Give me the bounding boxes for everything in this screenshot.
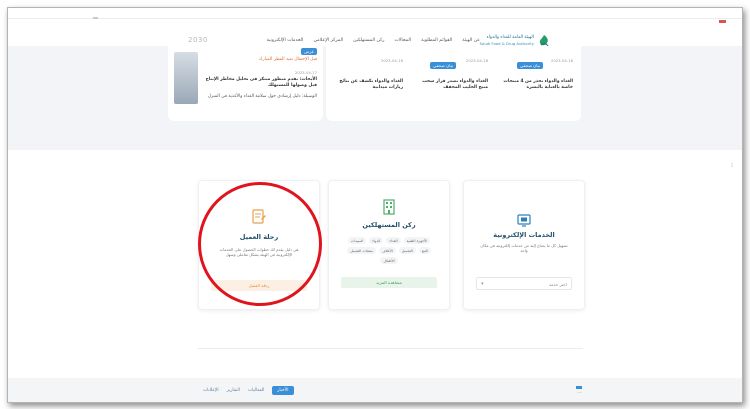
- news-col2-date: 2023-04-16: [465, 58, 488, 63]
- news-col1-date: 2023-04-16: [550, 58, 573, 63]
- customer-journey-card[interactable]: رحلة العميل هي دليل يقدم لك خطوات الحصول…: [198, 180, 320, 310]
- chip[interactable]: الأطفال: [380, 257, 398, 264]
- chip[interactable]: التجميل: [398, 247, 416, 254]
- news-tag: عرض: [301, 48, 317, 55]
- tab-reports[interactable]: التقارير: [227, 388, 240, 393]
- news-col1-tag: بيان صحفي: [517, 62, 543, 69]
- screenshot-frame: 2030 عن الهيئة القوائم المطلوبة المجالات…: [7, 7, 743, 403]
- customer-journey-desc: هي دليل يقدم لك خطوات الحصول على الخدمات…: [219, 247, 299, 258]
- top-divider: [8, 18, 742, 19]
- corner-mark: [719, 20, 726, 23]
- consumer-corner-card[interactable]: ركن المستهلكين الأجهزة الطبية الغذاء الد…: [328, 180, 450, 310]
- consumer-chips: الأجهزة الطبية الغذاء الدواء المبيدات ال…: [341, 237, 437, 264]
- chip[interactable]: المبيدات: [347, 237, 367, 244]
- nav-lists[interactable]: القوائم المطلوبة: [421, 38, 452, 43]
- news-card-right: 2023-04-16 بيان صحفي الغذاء والدواء تحذر…: [326, 46, 581, 121]
- chip[interactable]: الأعلاف: [378, 247, 396, 254]
- side-indicator: ⁝: [731, 162, 733, 169]
- document-edit-icon: [252, 209, 266, 224]
- tab-news[interactable]: الأخبار: [272, 386, 294, 395]
- bottom-more[interactable]: ...: [577, 389, 582, 395]
- nav-fields[interactable]: المجالات: [394, 38, 411, 43]
- chip[interactable]: الدواء: [369, 237, 384, 244]
- news-section: عرض قبل الإحتفال بعيد الفطر المبارك 2023…: [8, 46, 742, 150]
- tab-events[interactable]: الفعاليات: [248, 388, 264, 393]
- tab-announcements[interactable]: الإعلانات: [203, 388, 219, 393]
- chip[interactable]: الأجهزة الطبية: [403, 237, 431, 244]
- monitor-icon: [517, 214, 531, 227]
- news-col1-text[interactable]: الغذاء والدواء تحذر من 4 منتجات خاصة بال…: [501, 79, 573, 91]
- eservices-desc: تسهيل كل ما يحتاج إليه من خدمات إلكتروني…: [480, 243, 568, 254]
- nav-consumers[interactable]: ركن المستهلكين: [353, 38, 384, 43]
- news-col2-tag: بيان صحفي: [430, 62, 456, 69]
- consumer-more-button[interactable]: مشاهدة المزيد: [341, 277, 437, 288]
- news-date: 2023-04-17: [294, 70, 317, 75]
- vision-logo: 2030: [188, 36, 208, 44]
- chip[interactable]: منتجات التجميل: [347, 247, 376, 254]
- section-divider: [198, 348, 583, 349]
- news-headline[interactable]: قبل الإحتفال بعيد الفطر المبارك: [202, 57, 317, 63]
- chip[interactable]: التبغ: [418, 247, 431, 254]
- consumer-corner-title: ركن المستهلكين: [362, 221, 416, 229]
- chevron-down-icon: ▾: [481, 281, 484, 287]
- tab-events-label: الفعاليات: [247, 388, 265, 393]
- eservices-select-value: اختر خدمة: [549, 282, 567, 287]
- news-col2-text[interactable]: الغذاء والدواء تصدر قرار سحب منتج الحليب…: [416, 79, 488, 91]
- eservices-select[interactable]: اختر خدمة ▾: [476, 277, 572, 290]
- top-dot: [93, 17, 98, 19]
- tab-announcements-label: الإعلانات: [203, 388, 219, 393]
- news-col3-date: 2023-04-16: [380, 58, 403, 63]
- building-icon: [383, 199, 395, 215]
- bottom-band: [8, 378, 742, 402]
- customer-journey-title: رحلة العميل: [239, 233, 279, 241]
- news-item-2[interactable]: الوسيلة: دليل إرشادي حول سلامة الغذاء وا…: [202, 94, 317, 100]
- eservices-card[interactable]: الخدمات الإلكترونية تسهيل كل ما يحتاج إل…: [463, 180, 585, 310]
- nav-links: عن الهيئة القوائم المطلوبة المجالات ركن …: [267, 38, 480, 43]
- news-col3-text[interactable]: الغذاء والدواء تكشف عن نتائج زيارات ميدا…: [333, 79, 403, 91]
- nav-eservices[interactable]: الخدمات الإلكترونية: [267, 38, 304, 43]
- tab-reports-label: التقارير: [226, 388, 240, 393]
- bottom-tabs: الأخبار الفعاليات التقارير الإعلانات: [203, 386, 294, 395]
- news-thumbnail: [174, 52, 198, 104]
- nav-media[interactable]: المركز الإعلامي: [313, 38, 343, 43]
- news-item-1[interactable]: الأبحاث: نقدم منظور مبتكر في تحليل مخاطر…: [202, 77, 317, 89]
- nav-about[interactable]: عن الهيئة: [462, 38, 480, 43]
- news-card-left[interactable]: عرض قبل الإحتفال بعيد الفطر المبارك 2023…: [168, 46, 323, 121]
- customer-journey-button[interactable]: رحلة العميل: [211, 280, 307, 291]
- eservices-title: الخدمات الإلكترونية: [493, 231, 555, 239]
- chip[interactable]: الغذاء: [386, 237, 401, 244]
- tab-news-label: الأخبار: [277, 388, 289, 393]
